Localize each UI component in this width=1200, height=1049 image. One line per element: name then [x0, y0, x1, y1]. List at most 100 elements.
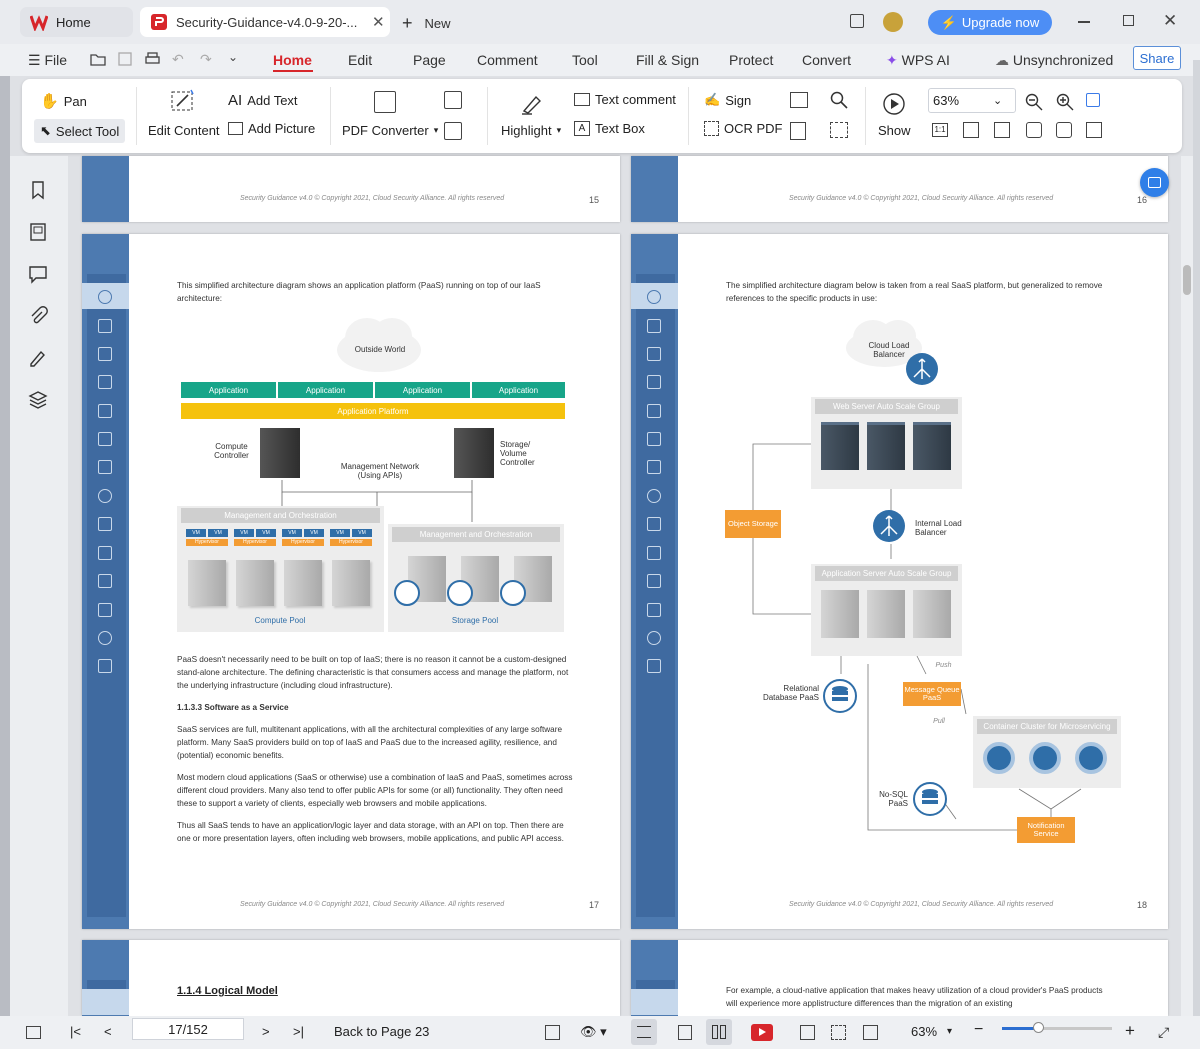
tab-home[interactable]: Home [20, 7, 133, 37]
floating-tool-icon[interactable] [1140, 168, 1169, 197]
fullscreen-icon[interactable]: ⤢ [1158, 1024, 1169, 1041]
highlight-button[interactable]: Highlight ▾ [501, 123, 561, 138]
gear-icon [98, 574, 112, 588]
undo-icon[interactable]: ↶ [172, 51, 184, 68]
laptop-icon [98, 546, 112, 560]
avatar[interactable] [883, 12, 903, 32]
text-comment-button[interactable]: Text comment [574, 92, 676, 107]
sidebar-toggle-icon[interactable] [26, 1026, 41, 1039]
zoom-plus-icon[interactable]: + [1125, 1021, 1135, 1041]
last-page-icon[interactable]: >| [293, 1024, 304, 1039]
zoom-out-icon[interactable] [1025, 93, 1043, 111]
export-icon[interactable] [444, 122, 462, 140]
window-layout-icon[interactable] [850, 14, 864, 28]
zoom-level[interactable]: 63% ▾ [911, 1024, 952, 1039]
tab-document[interactable]: Security-Guidance-v4.0-9-20-... ✕ [140, 7, 390, 37]
rotate-right-icon[interactable] [1056, 122, 1072, 138]
select-tool-button[interactable]: ⬉ Select Tool [34, 119, 126, 143]
menu-fill-sign[interactable]: Fill & Sign [636, 52, 699, 68]
signature-icon[interactable] [28, 348, 48, 368]
minimize-icon[interactable] [1078, 21, 1090, 23]
disk-icon [447, 580, 473, 606]
close-window-icon[interactable]: ✕ [1163, 11, 1177, 31]
translate-icon[interactable] [790, 122, 806, 140]
eye-care-icon[interactable] [800, 1025, 815, 1040]
menu-edit[interactable]: Edit [348, 52, 372, 68]
fit-icon[interactable] [831, 1025, 846, 1040]
compare-icon[interactable] [830, 122, 848, 138]
sync-status[interactable]: ☁ Unsynchronized [995, 52, 1113, 69]
paragraph: Most modern cloud applications (SaaS or … [177, 773, 573, 808]
chevron-down-icon[interactable]: ⌄ [228, 50, 238, 64]
close-tab-icon[interactable]: ✕ [372, 13, 385, 31]
maximize-icon[interactable] [1123, 15, 1134, 26]
menu-wps-ai[interactable]: ✦ WPS AI [886, 52, 950, 69]
next-page-icon[interactable]: > [262, 1024, 270, 1039]
menu-home[interactable]: Home [273, 52, 312, 68]
sync-label: Unsynchronized [1012, 52, 1114, 68]
menu-tool[interactable]: Tool [572, 52, 598, 68]
single-page-icon[interactable] [678, 1025, 692, 1040]
relational-db-label: Relational Database PaaS [762, 684, 819, 702]
scrollbar-thumb[interactable] [1183, 265, 1191, 295]
add-text-button[interactable]: AI Add Text [228, 92, 298, 109]
new-tab-button[interactable]: + New [402, 13, 451, 34]
cursor-icon: ⬉ [40, 123, 51, 138]
save-icon[interactable] [117, 51, 133, 67]
first-page-icon[interactable]: |< [70, 1024, 81, 1039]
page-fit-icon[interactable] [1086, 93, 1100, 107]
edit-content-button[interactable]: Edit Content [148, 123, 220, 138]
two-page-view-button[interactable] [706, 1019, 732, 1045]
share-button[interactable]: Share [1133, 46, 1181, 70]
comment-icon[interactable] [28, 264, 48, 284]
pan-button[interactable]: ✋ Pan [40, 92, 87, 110]
screenshot-icon[interactable] [790, 92, 808, 108]
menu-comment[interactable]: Comment [477, 52, 538, 68]
page-number: 17 [589, 900, 600, 910]
page-15: Security Guidance v4.0 © Copyright 2021,… [82, 156, 620, 222]
zoom-select[interactable]: 63% ⌄ [928, 88, 1016, 113]
sign-button[interactable]: ✍ Sign [704, 92, 751, 108]
show-button[interactable]: Show [878, 123, 911, 138]
eye-view-icon[interactable]: 👁 ▾ [580, 1024, 607, 1040]
file-menu[interactable]: ☰ File [28, 52, 67, 69]
crop-icon[interactable] [863, 1025, 878, 1040]
convert-image-icon[interactable] [444, 91, 462, 109]
menu-convert[interactable]: Convert [802, 52, 851, 68]
pdf-converter-button[interactable]: PDF Converter ▾ [342, 123, 438, 138]
back-to-page-link[interactable]: Back to Page 23 [334, 1024, 429, 1039]
zoom-slider-handle[interactable] [1033, 1022, 1044, 1033]
ocr-pdf-button[interactable]: OCR PDF [704, 121, 783, 136]
attachment-icon[interactable] [28, 306, 48, 326]
bookmark-icon[interactable] [28, 180, 48, 200]
fit-page-icon[interactable] [963, 122, 979, 138]
search-icon[interactable] [830, 91, 848, 109]
background-window-edge [0, 60, 10, 1020]
menu-protect[interactable]: Protect [729, 52, 773, 68]
warning-icon [647, 319, 661, 333]
book-view-icon[interactable] [1086, 122, 1102, 138]
print-icon[interactable] [144, 51, 161, 67]
page-18: The simplified architecture diagram belo… [631, 234, 1168, 929]
zoom-in-icon[interactable] [1056, 93, 1074, 111]
prev-page-icon[interactable]: < [104, 1024, 112, 1039]
add-picture-button[interactable]: Add Picture [228, 121, 315, 136]
play-slideshow-icon[interactable] [751, 1024, 773, 1041]
rotate-left-icon[interactable] [1026, 122, 1042, 138]
open-folder-icon[interactable] [90, 51, 106, 67]
pdf-converter-icon [374, 91, 396, 113]
fit-width-icon[interactable] [994, 122, 1010, 138]
redo-icon[interactable]: ↷ [200, 51, 212, 68]
menu-page[interactable]: Page [413, 52, 446, 68]
continuous-view-button[interactable] [631, 1019, 657, 1045]
page-number-input[interactable]: 17/152 [132, 1018, 244, 1040]
upgrade-button[interactable]: ⚡ Upgrade now [928, 10, 1052, 35]
microservice-icon [1075, 742, 1107, 774]
actual-size-icon[interactable]: 1:1 [932, 123, 948, 137]
text-box-button[interactable]: A Text Box [574, 121, 645, 136]
thumbnails-icon[interactable] [28, 222, 48, 242]
app-server-row [821, 590, 956, 640]
layers-icon[interactable] [28, 390, 48, 410]
export-page-icon[interactable] [545, 1025, 560, 1040]
zoom-minus-icon[interactable]: − [974, 1021, 983, 1039]
